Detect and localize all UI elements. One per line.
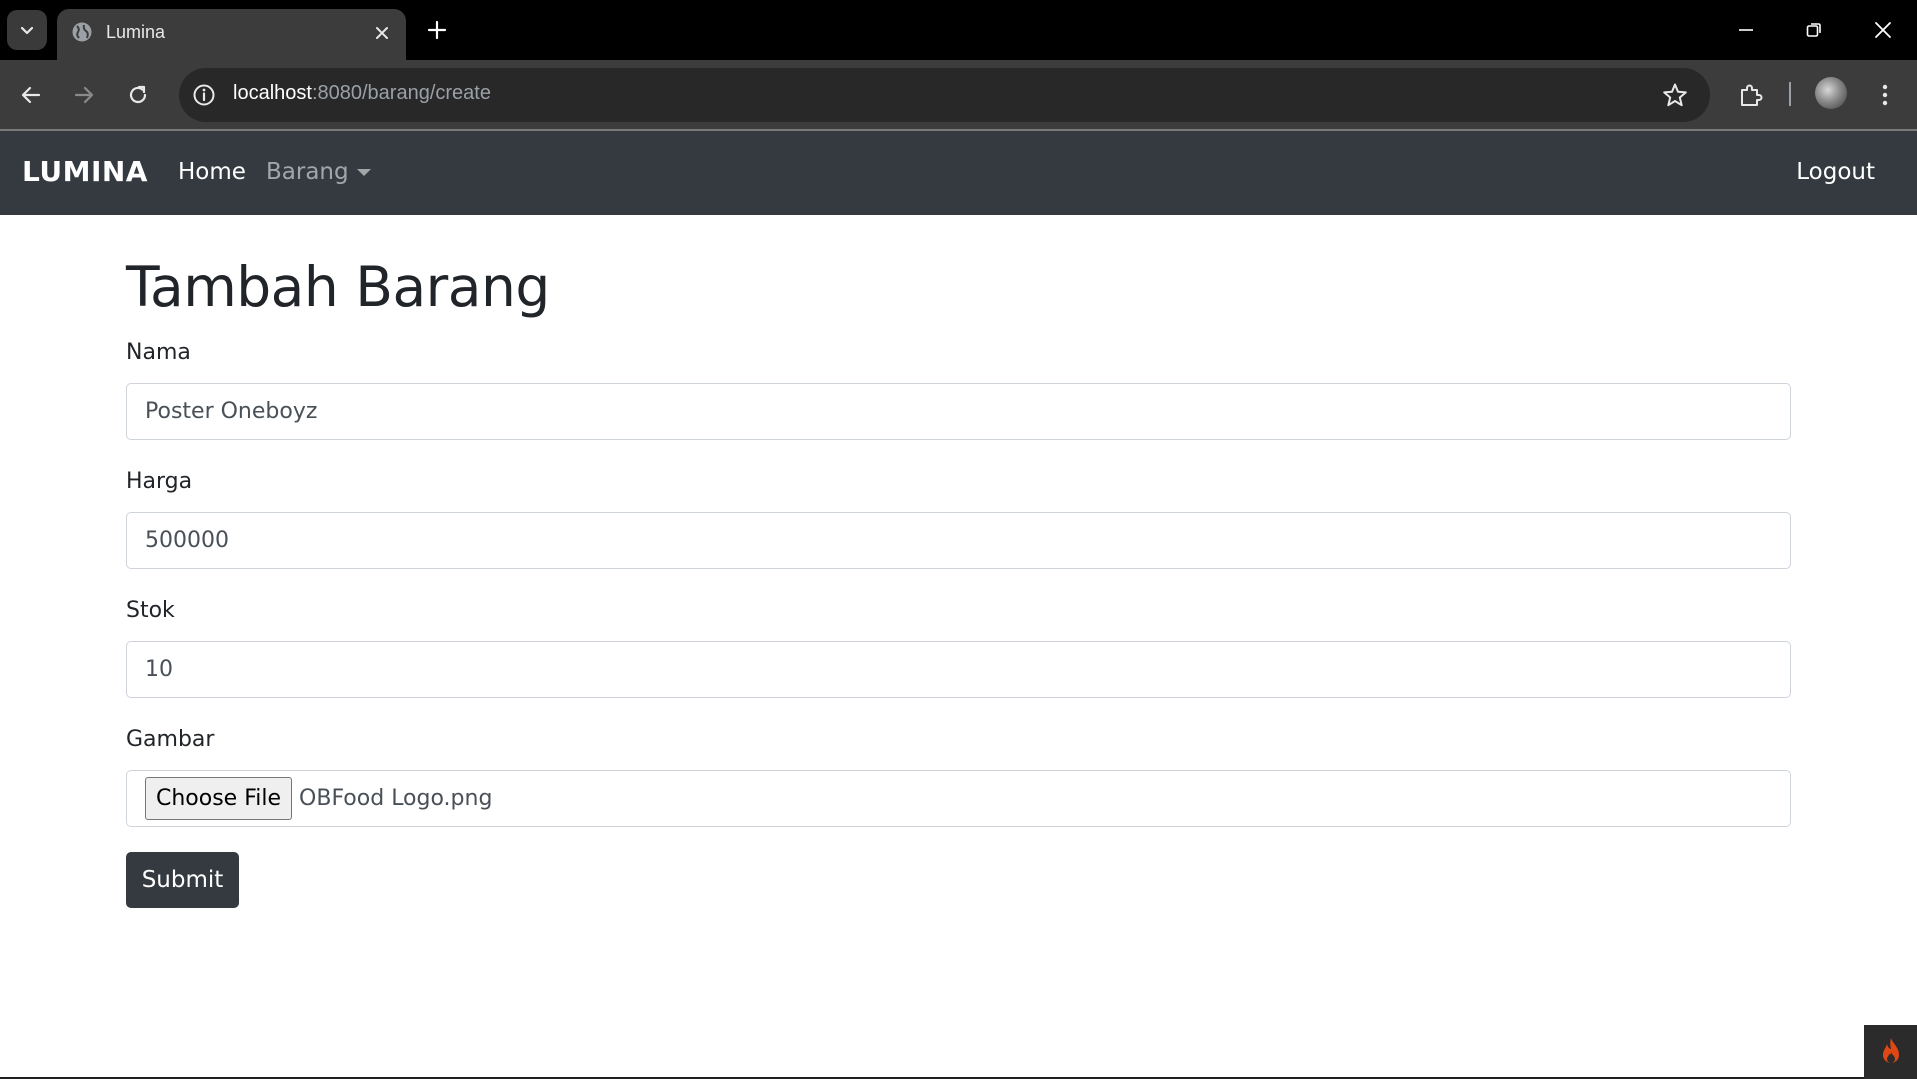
nama-input[interactable]: Poster Oneboyz: [126, 383, 1791, 440]
toolbar-separator: [1789, 82, 1791, 106]
gambar-file-input[interactable]: Choose File OBFood Logo.png: [126, 770, 1791, 827]
minimize-icon[interactable]: [1728, 12, 1764, 48]
browser-tabstrip: Lumina: [0, 0, 1917, 60]
extensions-puzzle-icon[interactable]: [1733, 77, 1769, 113]
back-icon[interactable]: [13, 77, 49, 113]
forward-icon[interactable]: [66, 77, 102, 113]
debug-toolbar-button[interactable]: [1864, 1025, 1917, 1079]
stok-value: 10: [145, 657, 173, 682]
caret-down-icon: [356, 168, 371, 176]
browser-toolbar: localhost:8080/barang/create: [0, 60, 1917, 129]
nav-home-link[interactable]: Home: [178, 159, 246, 185]
site-navbar: LUMINA Home Barang Logout: [0, 131, 1917, 215]
gambar-label: Gambar: [126, 727, 215, 752]
new-tab-icon[interactable]: [423, 16, 451, 44]
profile-avatar[interactable]: [1815, 77, 1847, 109]
tab-title: Lumina: [106, 22, 166, 42]
close-tab-icon[interactable]: [370, 21, 394, 45]
logout-link[interactable]: Logout: [1796, 159, 1875, 185]
nav-barang-label: Barang: [266, 159, 349, 185]
nama-label: Nama: [126, 340, 191, 365]
site-info-icon[interactable]: [191, 82, 217, 108]
chevron-down-icon: [20, 26, 34, 35]
stok-input[interactable]: 10: [126, 641, 1791, 698]
nama-value: Poster Oneboyz: [145, 399, 318, 424]
navbar-brand[interactable]: LUMINA: [22, 155, 148, 188]
more-menu-icon[interactable]: [1867, 77, 1903, 113]
globe-icon: [72, 22, 92, 42]
submit-button[interactable]: Submit: [126, 852, 239, 908]
stok-label: Stok: [126, 598, 175, 623]
harga-value: 500000: [145, 528, 229, 553]
selected-file-name: OBFood Logo.png: [299, 786, 493, 811]
flame-icon: [1882, 1038, 1899, 1063]
close-window-icon[interactable]: [1865, 12, 1901, 48]
choose-file-button[interactable]: Choose File: [145, 777, 293, 820]
restore-icon[interactable]: [1796, 12, 1832, 48]
reload-icon[interactable]: [120, 77, 156, 113]
bookmark-star-icon[interactable]: [1662, 82, 1688, 108]
browser-tab[interactable]: Lumina: [57, 9, 406, 60]
page-title: Tambah Barang: [126, 255, 550, 319]
tab-search-button[interactable]: [7, 10, 47, 50]
address-bar[interactable]: localhost:8080/barang/create: [179, 68, 1710, 122]
nav-barang-dropdown[interactable]: Barang: [266, 159, 371, 185]
harga-label: Harga: [126, 469, 193, 494]
harga-input[interactable]: 500000: [126, 512, 1791, 569]
url-text: localhost:8080/barang/create: [233, 82, 491, 104]
